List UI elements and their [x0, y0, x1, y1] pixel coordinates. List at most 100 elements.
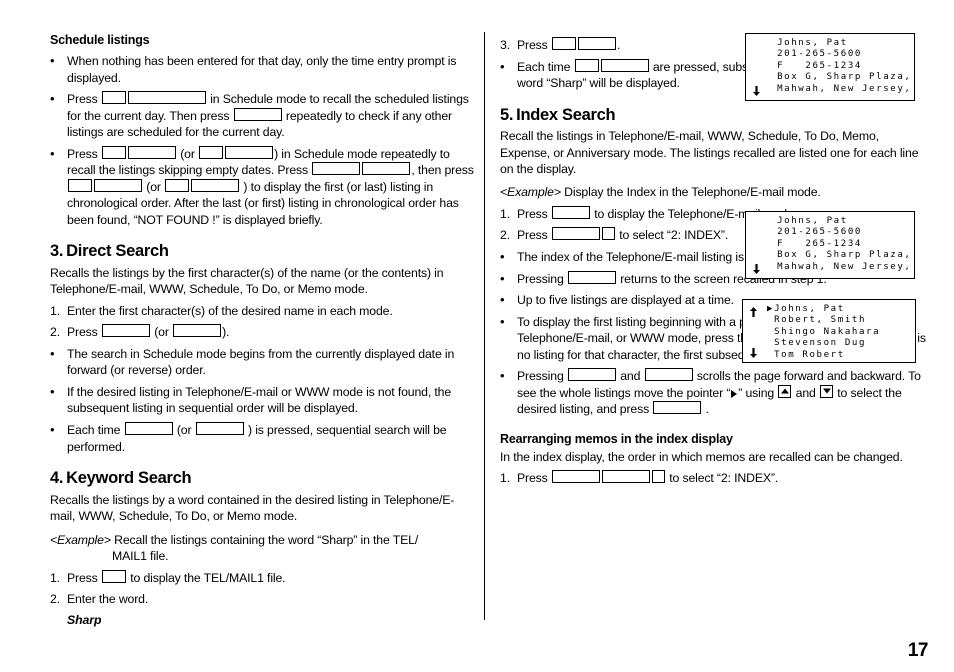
lcd-line: Stevenson Dug	[767, 338, 867, 349]
instruction-text: and	[792, 385, 820, 400]
lcd-line: Johns, Pat	[770, 216, 848, 226]
key-button-icon	[195, 421, 244, 435]
heading-direct-search: 3. Direct Search	[50, 242, 478, 262]
instruction-text: When nothing has been entered for that d…	[67, 54, 457, 85]
example-text-line2: MAIL1 file.	[112, 549, 169, 564]
instruction-text: .	[616, 38, 621, 52]
list-marker: •	[500, 313, 505, 329]
lcd-line: 201-265-5600	[770, 227, 862, 238]
example-text-index: Display the Index in the Telephone/E-mai…	[560, 185, 821, 200]
list-marker: 2.	[50, 592, 60, 607]
key-button-icon	[127, 91, 206, 105]
instruction-item: 1. Enter the first character(s) of the de…	[50, 303, 478, 320]
key-button-icon	[312, 162, 361, 176]
index-search-example: <Example> Display the Index in the Telep…	[500, 184, 928, 201]
keyword-search-intro: Recalls the listings by a word contained…	[50, 492, 455, 524]
list-marker: •	[500, 270, 505, 286]
instruction-text: .	[702, 402, 709, 417]
list-marker: 3.	[500, 38, 510, 52]
scroll-down-indicator-icon	[749, 346, 758, 358]
key-button-icon	[191, 178, 240, 192]
key-button-icon	[68, 178, 92, 192]
list-marker: •	[50, 345, 55, 361]
instruction-text: (or	[150, 325, 173, 340]
arrow-up-key-icon	[778, 384, 792, 398]
key-button-icon	[101, 569, 126, 583]
keyword-search-steps: 1. Press to display the TEL/MAIL1 file. 2.…	[50, 569, 478, 608]
key-button-icon	[574, 58, 599, 72]
lcd-line: ▶Johns, Pat	[767, 304, 845, 314]
key-button-icon	[101, 145, 126, 159]
list-marker: •	[500, 58, 505, 74]
heading-keyword-search: 4. Keyword Search	[50, 469, 478, 489]
instruction-text: Pressing	[517, 369, 567, 384]
lcd-line: 201-265-5600	[770, 49, 862, 60]
instruction-text: If the desired listing in Telephone/E-ma…	[67, 384, 452, 416]
list-marker: 1.	[50, 303, 60, 318]
key-button-icon	[551, 205, 590, 219]
key-button-icon	[551, 470, 600, 484]
rearranging-intro: In the index display, the order in which…	[500, 449, 903, 464]
instruction-text: Up to five listings are displayed at a t…	[517, 293, 734, 308]
lcd-text: Johns, Pat 201-265-5600 F 265-1234 Box G…	[770, 216, 910, 273]
instruction-item: • The search in Schedule mode begins from…	[50, 346, 478, 379]
lcd-line: F 265-1234	[770, 238, 862, 249]
instruction-text: Press	[517, 471, 551, 486]
telephone-mode-display: Johns, Pat 201-265-5600 F 265-1234 Box G…	[745, 211, 915, 279]
section-number-5: 5.	[500, 105, 514, 124]
key-button-icon	[601, 470, 650, 484]
section-title-5: Index Search	[516, 105, 616, 124]
instruction-text: Each time	[67, 422, 124, 437]
instruction-text: to select “2: INDEX”.	[615, 228, 729, 243]
pointer-triangle-icon	[731, 389, 738, 398]
direct-search-steps: 1. Enter the first character(s) of the de…	[50, 303, 478, 455]
key-button-icon	[653, 401, 702, 415]
key-button-icon	[651, 470, 665, 484]
key-button-icon	[577, 37, 616, 50]
instruction-text: to display the TEL/MAIL1 file.	[126, 570, 286, 585]
key-button-icon	[600, 58, 649, 72]
instruction-item: 1. Press to select “2: INDEX”.	[500, 470, 928, 487]
instruction-text: Press	[67, 325, 101, 340]
instruction-item: • When nothing has been entered for that …	[50, 53, 478, 86]
key-button-icon	[127, 145, 176, 159]
list-marker: •	[500, 249, 505, 265]
instruction-text: Pressing	[517, 271, 567, 286]
instruction-text: Press	[517, 38, 551, 52]
section-title-3: Direct Search	[66, 242, 169, 261]
key-button-icon	[225, 145, 274, 159]
list-marker: •	[50, 383, 55, 399]
key-button-icon	[101, 324, 150, 338]
scroll-down-indicator-icon	[752, 84, 761, 96]
instruction-item: • If the desired listing in Telephone/E-m…	[50, 384, 478, 417]
list-marker: •	[500, 368, 505, 384]
section-title-4: Keyword Search	[66, 469, 192, 488]
key-button-icon	[124, 421, 173, 435]
instruction-text: ).	[222, 325, 230, 340]
list-marker: •	[50, 145, 55, 161]
contact-detail-display: Johns, Pat 201-265-5600 F 265-1234 Box G…	[745, 33, 915, 101]
instruction-text: ” using	[738, 385, 778, 400]
section-number-4: 4.	[50, 469, 64, 488]
instruction-text: The search in Schedule mode begins from …	[67, 346, 455, 378]
heading-rearranging-memos: Rearranging memos in the index display	[500, 431, 733, 446]
page-number: 17	[907, 640, 929, 661]
schedule-listings-bullets: • When nothing has been entered for that …	[50, 53, 478, 228]
heading-index-search: 5. Index Search	[500, 106, 928, 126]
key-button-icon	[233, 107, 282, 121]
instruction-text: Press	[67, 146, 101, 161]
example-text-line1: Recall the listings containing the word …	[110, 532, 419, 547]
lcd-line: Shingo Nakahara	[767, 326, 881, 337]
example-label: <Example>	[50, 532, 111, 547]
index-search-intro: Recall the listings in Telephone/E-mail,…	[500, 129, 919, 177]
instruction-text: Enter the word.	[67, 592, 149, 607]
lcd-line: F 265-1234	[770, 60, 862, 71]
instruction-text: Press	[67, 92, 101, 107]
instruction-text: Press	[517, 206, 551, 221]
list-marker: •	[50, 53, 55, 68]
example-label-index: <Example>	[500, 185, 561, 200]
key-button-icon	[551, 227, 600, 241]
list-marker: 2.	[50, 325, 60, 340]
entered-word-sharp: Sharp	[67, 612, 102, 627]
list-marker: •	[500, 292, 505, 308]
